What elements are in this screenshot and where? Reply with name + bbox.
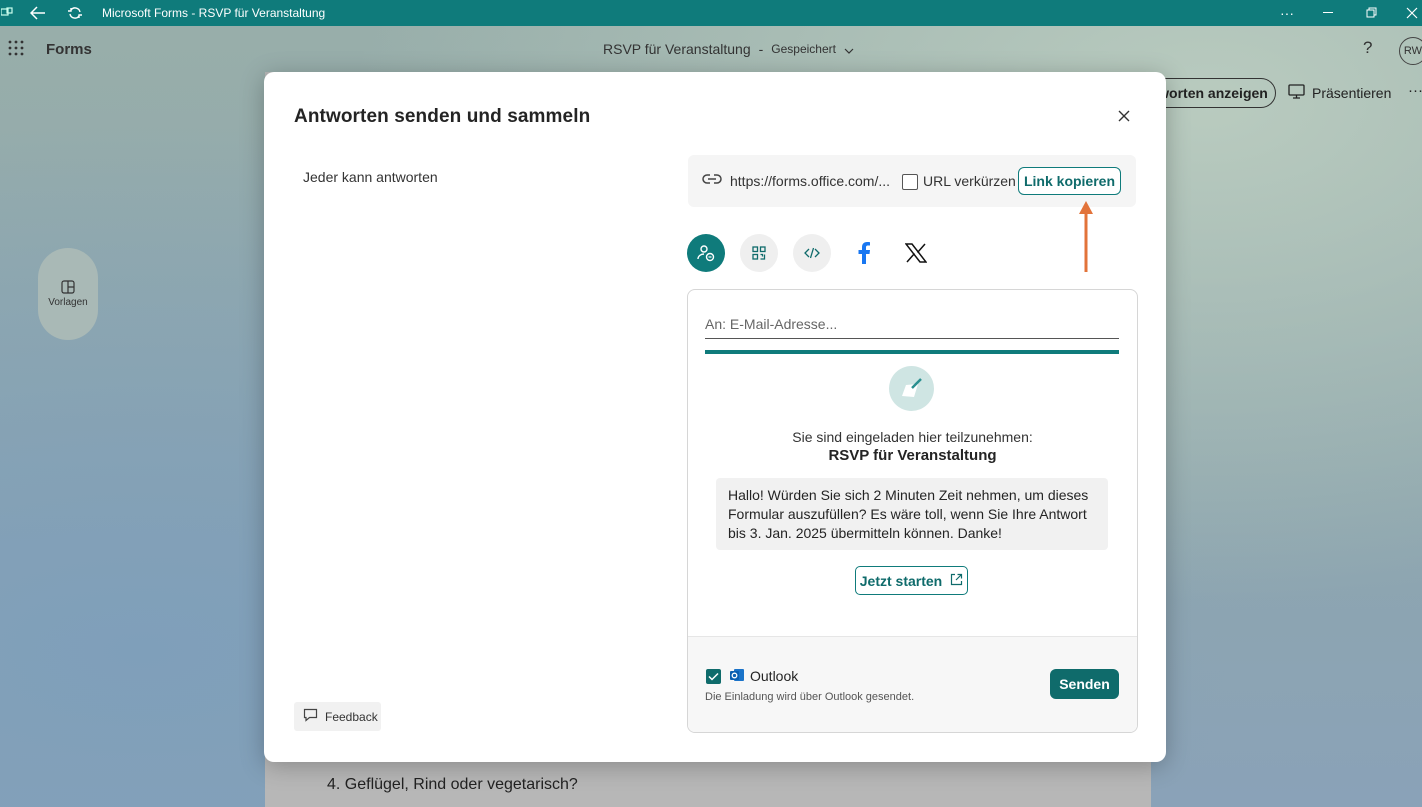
templates-label: Vorlagen bbox=[48, 297, 88, 308]
app-bar: Forms RSVP für Veranstaltung - Gespeiche… bbox=[0, 26, 1422, 72]
window-title-bar: Microsoft Forms - RSVP für Veranstaltung… bbox=[0, 0, 1422, 26]
share-dialog: Antworten senden und sammeln Jeder kann … bbox=[264, 72, 1166, 762]
outlook-label: Outlook bbox=[750, 668, 799, 684]
form-title-area[interactable]: RSVP für Veranstaltung - Gespeichert bbox=[603, 41, 854, 57]
shorten-url-checkbox[interactable] bbox=[902, 174, 918, 190]
more-options-icon[interactable]: ··· bbox=[1408, 82, 1422, 99]
send-options-footer: Outlook Die Einladung wird über Outlook … bbox=[688, 636, 1137, 732]
outlook-checkbox[interactable] bbox=[706, 669, 721, 684]
shorten-url-label: URL verkürzen bbox=[923, 173, 1016, 189]
form-url[interactable]: https://forms.office.com/... bbox=[730, 173, 890, 189]
close-icon[interactable] bbox=[1114, 106, 1134, 126]
monitor-icon bbox=[1288, 84, 1305, 102]
back-arrow-icon[interactable] bbox=[26, 0, 50, 26]
embed-code-icon[interactable] bbox=[793, 234, 831, 272]
help-icon[interactable]: ? bbox=[1363, 38, 1372, 58]
dialog-title: Antworten senden und sammeln bbox=[294, 106, 591, 127]
start-now-label: Jetzt starten bbox=[859, 572, 943, 589]
recipient-email-input[interactable]: An: E-Mail-Adresse... bbox=[705, 316, 1119, 339]
close-window-icon[interactable] bbox=[1402, 0, 1422, 26]
link-bar: https://forms.office.com/... URL verkürz… bbox=[688, 155, 1136, 207]
view-responses-button[interactable]: worten anzeigen bbox=[1150, 78, 1276, 108]
present-label: Präsentieren bbox=[1312, 85, 1392, 101]
qr-code-icon[interactable] bbox=[740, 234, 778, 272]
link-icon bbox=[702, 172, 722, 191]
feedback-button[interactable]: Feedback bbox=[294, 702, 381, 731]
audience-selector[interactable]: Jeder kann antworten bbox=[303, 169, 438, 185]
outlook-note: Die Einladung wird über Outlook gesendet… bbox=[705, 691, 915, 703]
avatar[interactable]: RW bbox=[1399, 37, 1422, 65]
x-icon[interactable] bbox=[897, 234, 935, 272]
invite-icon[interactable] bbox=[687, 234, 725, 272]
app-launcher-icon[interactable] bbox=[8, 40, 24, 61]
minimize-icon[interactable] bbox=[1318, 0, 1340, 26]
form-title: RSVP für Veranstaltung bbox=[603, 41, 751, 57]
more-icon[interactable]: ··· bbox=[1276, 0, 1298, 26]
feedback-label: Feedback bbox=[325, 709, 378, 724]
invite-form-title: RSVP für Veranstaltung bbox=[828, 447, 997, 464]
invitation-illustration-icon bbox=[889, 366, 934, 411]
question-4-title: 4. Geflügel, Rind oder vegetarisch? bbox=[327, 776, 578, 793]
templates-icon bbox=[38, 280, 98, 297]
invite-line: Sie sind eingeladen hier teilzunehmen: bbox=[792, 429, 1033, 445]
restore-icon[interactable] bbox=[1361, 0, 1383, 26]
templates-button[interactable]: Vorlagen bbox=[38, 248, 98, 340]
chevron-down-icon bbox=[844, 41, 854, 57]
save-status: Gespeichert bbox=[771, 42, 836, 56]
external-link-icon bbox=[950, 573, 963, 589]
send-button[interactable]: Senden bbox=[1050, 669, 1119, 699]
title-separator: - bbox=[758, 41, 764, 57]
preview-top-bar bbox=[705, 350, 1119, 354]
email-invite-panel: An: E-Mail-Adresse... Sie sind eingelade… bbox=[687, 289, 1138, 733]
present-button[interactable]: Präsentieren bbox=[1288, 78, 1391, 108]
invite-message[interactable]: Hallo! Würden Sie sich 2 Minuten Zeit ne… bbox=[716, 478, 1108, 550]
app-name: Forms bbox=[46, 41, 92, 58]
outlook-icon bbox=[729, 667, 745, 688]
annotation-arrow-icon bbox=[1078, 200, 1094, 279]
window-title: Microsoft Forms - RSVP für Veranstaltung bbox=[102, 6, 326, 20]
app-icon bbox=[0, 0, 14, 26]
feedback-icon bbox=[303, 708, 318, 725]
start-now-button[interactable]: Jetzt starten bbox=[855, 566, 968, 595]
refresh-icon[interactable] bbox=[63, 0, 87, 26]
copy-link-button[interactable]: Link kopieren bbox=[1018, 167, 1121, 195]
facebook-icon[interactable] bbox=[845, 234, 883, 272]
